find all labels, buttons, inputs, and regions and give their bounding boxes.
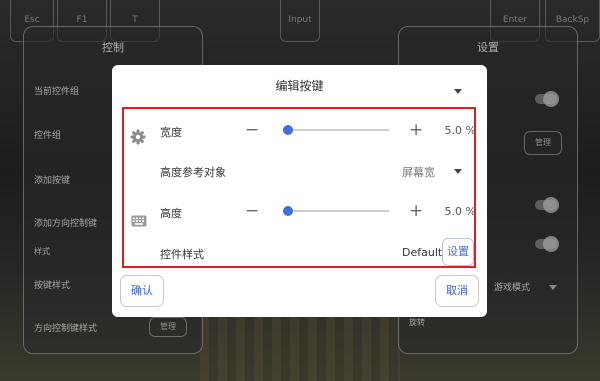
height-ref-label: 高度参考对象 <box>160 166 226 179</box>
right-manage-button[interactable]: 管理 <box>524 131 562 155</box>
height-ref-arrow-icon[interactable] <box>454 169 462 174</box>
confirm-button[interactable]: 确认 <box>120 275 164 307</box>
dialog-title: 编辑按键 <box>275 79 324 93</box>
key-style-value: Default <box>402 246 443 259</box>
dialog-dropdown-arrow-icon[interactable] <box>454 89 462 94</box>
width-plus-button[interactable]: + <box>409 122 423 139</box>
control-panel-title: 控制 <box>102 41 124 54</box>
width-slider-track <box>283 129 389 131</box>
width-slider-thumb[interactable] <box>283 125 294 135</box>
height-slider-track <box>283 210 389 212</box>
add-direction-key-item[interactable]: 添加方向控制键 <box>34 216 97 229</box>
gear-icon <box>130 129 146 148</box>
game-mode-arrow-icon[interactable] <box>549 285 557 290</box>
add-key-item[interactable]: 添加按键 <box>34 173 70 186</box>
height-plus-button[interactable]: + <box>409 203 423 220</box>
width-label: 宽度 <box>160 126 182 139</box>
style-section-label: 样式 <box>34 247 50 256</box>
settings-toggle-1[interactable] <box>535 91 559 107</box>
edit-key-dialog: 编辑按键 宽度 − + 5.0 % 高度参考对象 屏幕宽 高度 − + 5.0 … <box>112 65 487 317</box>
height-label: 高度 <box>160 207 182 220</box>
width-slider[interactable] <box>283 125 389 135</box>
key-style-label: 控件样式 <box>160 248 204 261</box>
keyboard-icon <box>131 215 147 230</box>
cancel-button[interactable]: 取消 <box>435 275 479 307</box>
game-mode-label: 游戏模式 <box>494 283 531 293</box>
group-item[interactable]: 控件组 <box>34 128 61 141</box>
width-value: 5.0 % <box>444 124 476 137</box>
settings-panel-title: 设置 <box>477 41 499 54</box>
left-manage-button[interactable]: 管理 <box>149 317 187 337</box>
height-minus-button[interactable]: − <box>245 203 259 220</box>
settings-toggle-2[interactable] <box>535 197 559 213</box>
settings-toggle-3[interactable] <box>535 236 559 252</box>
height-slider[interactable] <box>283 206 389 216</box>
height-slider-thumb[interactable] <box>283 206 294 216</box>
set-style-button[interactable]: 设置 <box>442 238 474 266</box>
width-minus-button[interactable]: − <box>245 122 259 139</box>
height-value: 5.0 % <box>444 205 476 218</box>
rotation-label: 旋转 <box>409 318 425 327</box>
input-key[interactable]: Input <box>280 0 320 42</box>
current-group-item[interactable]: 当前控件组 <box>34 84 79 97</box>
height-ref-select[interactable]: 屏幕宽 <box>402 164 435 180</box>
direction-key-style-item[interactable]: 方向控制键样式 <box>34 321 97 334</box>
key-style-item[interactable]: 按键样式 <box>34 278 70 291</box>
